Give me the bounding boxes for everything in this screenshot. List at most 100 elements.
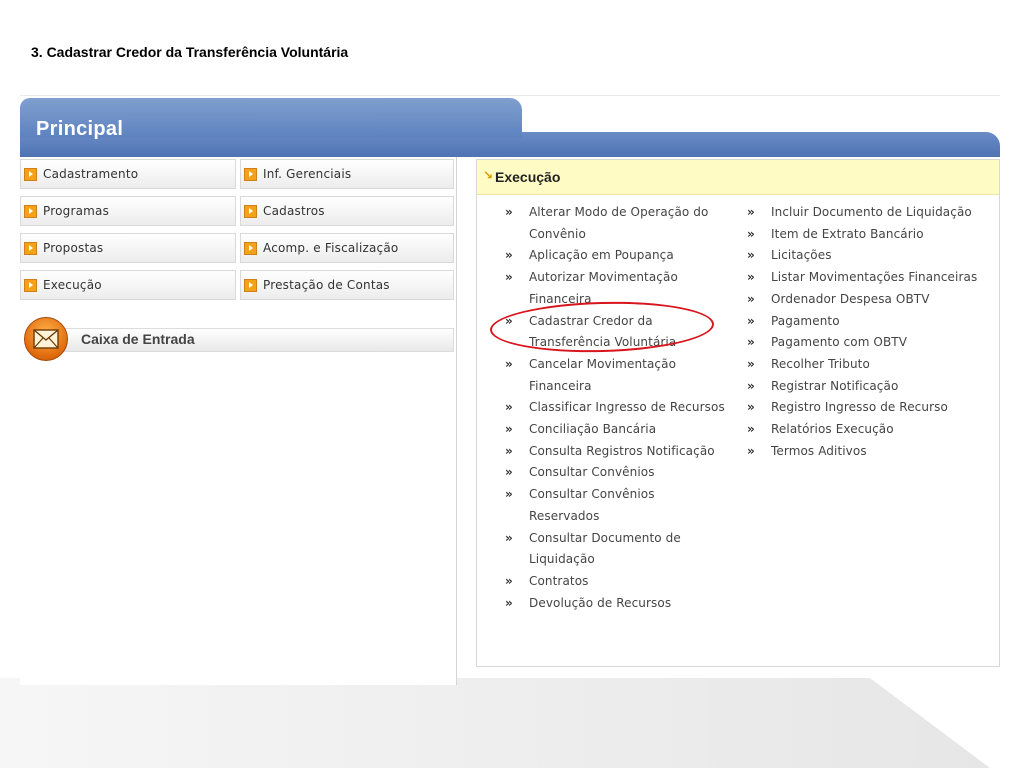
double-chevron-icon: » — [747, 378, 755, 393]
double-chevron-icon: » — [505, 205, 513, 219]
menu-link-label: Consulta Registros Notificação — [529, 443, 715, 458]
double-chevron-icon: » — [505, 487, 513, 502]
tab-principal[interactable]: Principal — [20, 98, 522, 140]
menu-link[interactable]: » Autorizar Movimentação Financeira — [505, 267, 725, 310]
menu-link[interactable]: » Classificar Ingresso de Recursos — [505, 397, 725, 419]
arrow-right-icon — [244, 204, 257, 218]
menu-link-label: Item de Extrato Bancário — [771, 226, 924, 241]
nav-cadastramento[interactable]: Cadastramento — [20, 159, 236, 189]
double-chevron-icon: » — [747, 335, 755, 350]
arrow-right-icon — [24, 241, 37, 255]
nav-label: Prestação de Contas — [263, 278, 390, 292]
execucao-menu-column-1: » Alterar Modo de Operação do Convênio » Ap… — [505, 202, 725, 614]
menu-link-label: Pagamento com OBTV — [771, 335, 908, 350]
menu-link[interactable]: » Aplicação em Poupança — [505, 245, 725, 267]
inbox-section[interactable]: Caixa de Entrada — [24, 317, 454, 363]
panel-header: ↘ Execução — [477, 160, 999, 195]
menu-link[interactable]: » Consulta Registros Notificação — [505, 441, 725, 463]
application-window: Principal Cadastramento Inf. Gerenciais … — [20, 95, 1000, 685]
menu-link-label: Registro Ingresso de Recurso — [771, 400, 948, 415]
menu-link[interactable]: » Item de Extrato Bancário — [747, 224, 997, 246]
nav-acomp-fiscalizacao[interactable]: Acomp. e Fiscalização — [240, 233, 454, 263]
double-chevron-icon: » — [505, 530, 513, 545]
nav-cadastros[interactable]: Cadastros — [240, 196, 454, 226]
menu-link-label: Cadastrar Credor da Transferência Volunt… — [529, 313, 677, 350]
execucao-menu-column-2: » Incluir Documento de Liquidação » Item de… — [747, 202, 997, 462]
menu-link-label: Termos Aditivos — [771, 443, 867, 458]
menu-link[interactable]: » Consultar Convênios — [505, 462, 725, 484]
double-chevron-icon: » — [505, 595, 513, 610]
double-chevron-icon: » — [505, 248, 513, 263]
header-bar: Principal — [20, 95, 1000, 157]
double-chevron-icon: » — [747, 205, 755, 219]
menu-link-label: Recolher Tributo — [771, 356, 870, 371]
menu-link[interactable]: » Pagamento — [747, 311, 997, 333]
menu-link[interactable]: » Contratos — [505, 571, 725, 593]
arrow-right-icon — [24, 167, 37, 181]
nav-label: Cadastramento — [43, 167, 139, 181]
menu-link[interactable]: » Recolher Tributo — [747, 354, 997, 376]
menu-link[interactable]: » Cancelar Movimentação Financeira — [505, 354, 725, 397]
menu-link[interactable]: » Consultar Convênios Reservados — [505, 484, 725, 527]
nav-programas[interactable]: Programas — [20, 196, 236, 226]
menu-link-label: Alterar Modo de Operação do Convênio — [529, 205, 709, 241]
menu-link-label: Classificar Ingresso de Recursos — [529, 400, 725, 415]
execucao-panel: ↘ Execução » Alterar Modo de Operação do … — [476, 159, 1000, 667]
double-chevron-icon: » — [747, 356, 755, 371]
menu-link[interactable]: » Registrar Notificação — [747, 376, 997, 398]
menu-link[interactable]: » Pagamento com OBTV — [747, 332, 997, 354]
double-chevron-icon: » — [505, 356, 513, 371]
menu-link[interactable]: » Conciliação Bancária — [505, 419, 725, 441]
double-chevron-icon: » — [505, 443, 513, 458]
panel-title: Execução — [495, 169, 561, 185]
menu-link[interactable]: » Relatórios Execução — [747, 419, 997, 441]
inbox-label: Caixa de Entrada — [81, 331, 195, 347]
menu-link-label: Incluir Documento de Liquidação — [771, 205, 972, 219]
slide-title: 3. Cadastrar Credor da Transferência Vol… — [31, 44, 349, 60]
menu-link-label: Relatórios Execução — [771, 422, 894, 437]
nav-propostas[interactable]: Propostas — [20, 233, 236, 263]
menu-link-label: Ordenador Despesa OBTV — [771, 291, 930, 306]
double-chevron-icon: » — [747, 270, 755, 285]
arrow-right-icon — [24, 278, 37, 292]
menu-link[interactable]: » Alterar Modo de Operação do Convênio — [505, 202, 725, 245]
header-top-line — [20, 95, 1000, 96]
menu-link[interactable]: » Incluir Documento de Liquidação — [747, 202, 997, 224]
menu-link[interactable]: » Termos Aditivos — [747, 441, 997, 463]
double-chevron-icon: » — [505, 465, 513, 480]
nav-label: Cadastros — [263, 204, 325, 218]
nav-inf-gerenciais[interactable]: Inf. Gerenciais — [240, 159, 454, 189]
tab-label: Principal — [36, 118, 124, 140]
nav-label: Execução — [43, 278, 102, 292]
nav-prestacao-contas[interactable]: Prestação de Contas — [240, 270, 454, 300]
double-chevron-icon: » — [505, 270, 513, 285]
double-chevron-icon: » — [747, 443, 755, 458]
arrow-right-icon — [244, 278, 257, 292]
menu-link-label: Licitações — [771, 248, 832, 263]
arrow-right-icon — [244, 167, 257, 181]
menu-link-label: Contratos — [529, 573, 589, 588]
menu-link-label: Autorizar Movimentação Financeira — [529, 270, 678, 306]
nav-execucao[interactable]: Execução — [20, 270, 236, 300]
double-chevron-icon: » — [505, 422, 513, 437]
menu-link[interactable]: » Devolução de Recursos — [505, 593, 725, 615]
double-chevron-icon: » — [747, 226, 755, 241]
nav-label: Programas — [43, 204, 110, 218]
double-chevron-icon: » — [747, 422, 755, 437]
menu-link[interactable]: » Cadastrar Credor da Transferência Volun… — [505, 311, 725, 354]
menu-link-label: Conciliação Bancária — [529, 422, 657, 437]
menu-link-label: Consultar Convênios Reservados — [529, 487, 655, 523]
menu-link-label: Aplicação em Poupança — [529, 248, 674, 263]
menu-link[interactable]: » Ordenador Despesa OBTV — [747, 289, 997, 311]
arrow-right-icon — [244, 241, 257, 255]
menu-link-label: Consultar Documento de Liquidação — [529, 530, 681, 567]
nav-label: Propostas — [43, 241, 104, 255]
menu-link[interactable]: » Listar Movimentações Financeiras — [747, 267, 997, 289]
menu-link-label: Devolução de Recursos — [529, 595, 672, 610]
menu-link[interactable]: » Licitações — [747, 245, 997, 267]
menu-link[interactable]: » Consultar Documento de Liquidação — [505, 528, 725, 571]
arrow-right-icon — [24, 204, 37, 218]
menu-link-label: Listar Movimentações Financeiras — [771, 270, 978, 285]
menu-link[interactable]: » Registro Ingresso de Recurso — [747, 397, 997, 419]
menu-link-label: Registrar Notificação — [771, 378, 899, 393]
